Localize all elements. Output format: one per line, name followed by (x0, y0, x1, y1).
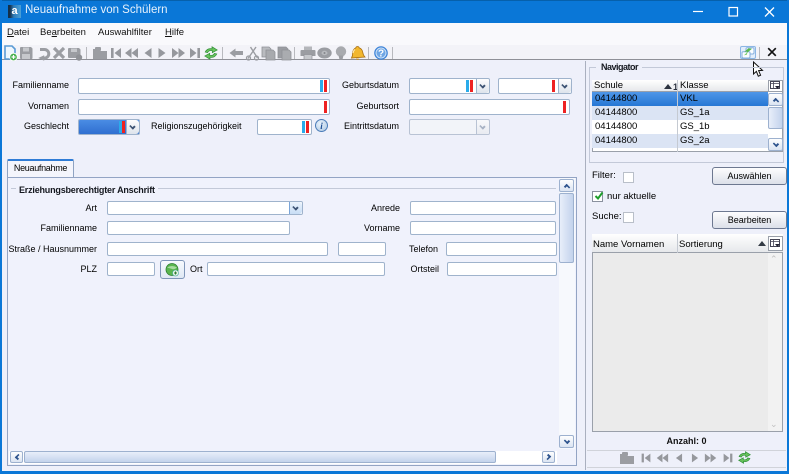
svg-text:?: ? (378, 49, 384, 60)
